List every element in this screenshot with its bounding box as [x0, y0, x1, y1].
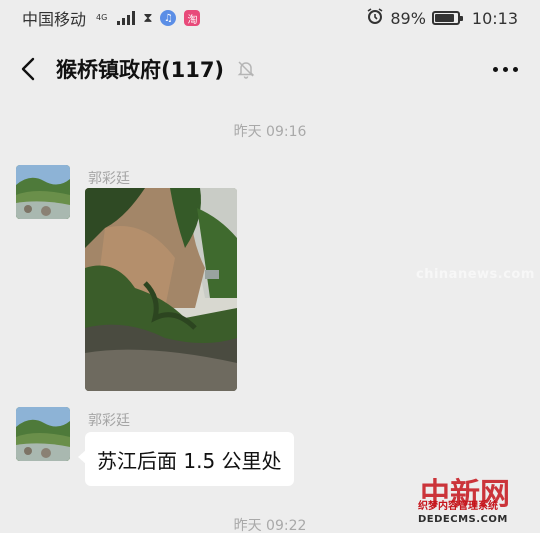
chinanews-watermark: chinanews.com	[416, 267, 535, 282]
status-left: 中国移动 4G ⧗ ♫ 淘	[22, 6, 201, 30]
avatar[interactable]	[16, 165, 70, 219]
more-button[interactable]	[493, 49, 518, 89]
network-type: 4G	[96, 13, 108, 22]
carrier-name: 中国移动	[22, 10, 87, 29]
mute-bell-icon	[236, 59, 256, 79]
hourglass-icon: ⧗	[143, 10, 153, 26]
chat-header: 猴桥镇政府(117)	[0, 44, 540, 94]
back-button[interactable]	[4, 44, 54, 94]
chat-timestamp: 昨天 09:16	[233, 124, 307, 140]
battery-icon	[431, 11, 463, 25]
avatar[interactable]	[16, 407, 70, 461]
dedecms-line2: DEDECMS.COM	[418, 514, 508, 525]
more-dots-icon	[493, 66, 518, 72]
chat-title: 猴桥镇政府(117)	[56, 58, 225, 82]
taobao-app-icon: 淘	[184, 10, 201, 26]
message-text: 苏江后面 1.5 公里处	[97, 448, 282, 473]
back-arrow-icon	[21, 57, 35, 81]
status-bar: 中国移动 4G ⧗ ♫ 淘 89% 10:13	[0, 0, 540, 36]
sender-name: 郭彩廷	[88, 413, 130, 429]
music-app-icon: ♫	[160, 10, 177, 26]
dedecms-line1: 织梦内容管理系统	[418, 501, 498, 512]
dedecms-watermark: 织梦内容管理系统 DEDECMS.COM	[418, 500, 536, 530]
signal-icon	[117, 11, 136, 25]
text-message-bubble[interactable]: 苏江后面 1.5 公里处	[78, 432, 294, 486]
status-right: 89% 10:13	[366, 7, 518, 29]
sender-name: 郭彩廷	[88, 171, 130, 187]
image-message[interactable]	[85, 188, 237, 391]
battery-percent: 89%	[390, 8, 426, 28]
clock-time: 10:13	[471, 8, 518, 28]
alarm-icon	[366, 7, 384, 29]
